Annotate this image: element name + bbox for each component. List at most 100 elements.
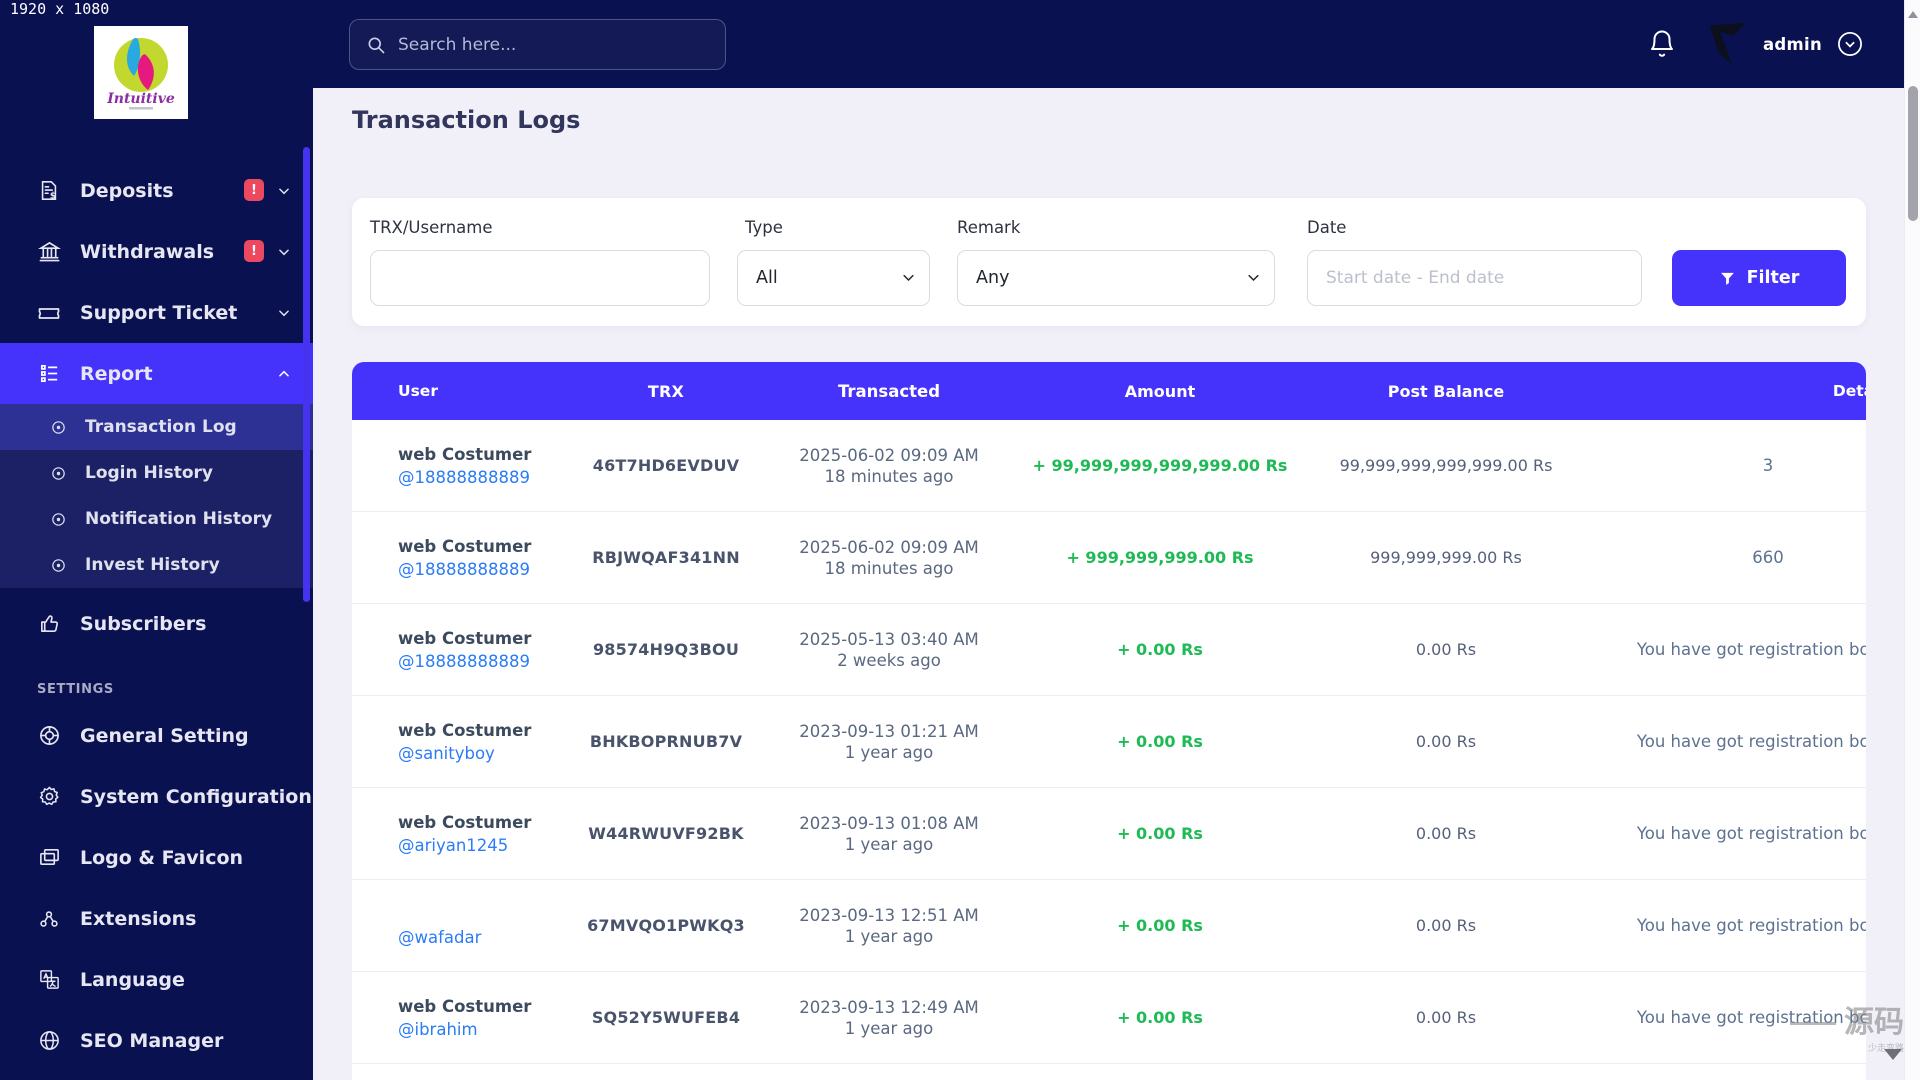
sidebar-scrollbar-thumb[interactable] (303, 147, 310, 602)
share-nodes-icon (37, 908, 61, 930)
filter-button[interactable]: Filter (1672, 250, 1846, 306)
logo-text: Intuitive (106, 91, 175, 107)
chevron-down-icon (277, 245, 291, 259)
remark-label: Remark (957, 218, 1021, 237)
topbar-right: admin (1647, 0, 1864, 88)
table-row: web Costumer @ariyan1245 W44RWUVF92BK 202… (352, 788, 1866, 880)
post-balance-value: 0.00 Rs (1415, 640, 1477, 659)
sidebar-subitem-invest-history[interactable]: Invest History (0, 542, 313, 588)
sidebar-item-label: Deposits (80, 179, 174, 202)
transacted-date: 2025-06-02 09:09 AM (799, 445, 979, 465)
admin-menu[interactable]: admin (1705, 21, 1864, 67)
search-icon (366, 35, 386, 55)
trx-code: SQ52Y5WUFEB4 (591, 1008, 741, 1027)
svg-text:$: $ (50, 191, 56, 201)
transaction-table: User TRX Transacted Amount Post Balance … (352, 362, 1866, 1080)
trx-username-input[interactable] (370, 250, 710, 306)
amount-value: + 0.00 Rs (1117, 1008, 1203, 1027)
circle-dot-icon (50, 511, 67, 528)
funnel-icon (1719, 270, 1736, 287)
sidebar-item-general-setting[interactable]: General Setting (0, 705, 313, 766)
topbar: admin (313, 0, 1904, 88)
user-fullname (398, 903, 560, 926)
username-link[interactable]: @18888888889 (398, 650, 530, 673)
amount-value: + 99,999,999,999,999.00 Rs (1032, 456, 1288, 475)
sidebar-item-withdrawals[interactable]: Withdrawals ! (0, 221, 313, 282)
user-fullname: web Costumer (398, 536, 532, 556)
sidebar-item-support-ticket[interactable]: Support Ticket (0, 282, 313, 343)
table-row: web Costumer @18888888889 98574H9Q3BOU 20… (352, 604, 1866, 696)
username-link[interactable]: @ariyan1245 (398, 834, 508, 857)
bell-icon (1647, 29, 1677, 59)
chevron-down-circle-icon (1836, 30, 1864, 58)
sidebar-item-label: Language (80, 968, 185, 991)
user-fullname: web Costumer (398, 720, 532, 740)
scrollbar-thumb[interactable] (1908, 86, 1918, 221)
ticket-icon (37, 301, 61, 325)
remark-select[interactable]: Any (957, 250, 1275, 306)
date-range-input[interactable] (1307, 250, 1642, 306)
type-label: Type (745, 218, 783, 237)
settings-section-header: SETTINGS (37, 682, 114, 697)
notifications-button[interactable] (1647, 29, 1677, 59)
sidebar-item-label: Subscribers (80, 612, 207, 635)
type-select[interactable]: All (737, 250, 930, 306)
transacted-date: 2025-05-13 03:40 AM (799, 629, 979, 649)
sidebar-subitem-transaction-log[interactable]: Transaction Log (0, 404, 313, 450)
sidebar-subitem-login-history[interactable]: Login History (0, 450, 313, 496)
sidebar-item-logo-favicon[interactable]: Logo & Favicon (0, 827, 313, 888)
post-balance-value: 999,999,999.00 Rs (1370, 548, 1522, 567)
user-fullname: web Costumer (398, 812, 532, 832)
sidebar-item-subscribers[interactable]: Subscribers (0, 593, 313, 654)
username-link[interactable]: @ibrahim (398, 1018, 478, 1041)
transacted-ago: 18 minutes ago (824, 558, 954, 578)
sidebar-item-system-configuration[interactable]: System Configuration (0, 766, 313, 827)
sidebar-subitem-notification-history[interactable]: Notification History (0, 496, 313, 542)
post-balance-value: 0.00 Rs (1415, 916, 1477, 935)
sidebar-subitem-label: Invest History (85, 555, 220, 575)
username-link[interactable]: @sanityboy (398, 742, 495, 765)
sidebar-item-deposits[interactable]: $ Deposits ! (0, 160, 313, 221)
post-balance-value: 99,999,999,999,999.00 Rs (1339, 456, 1553, 475)
amount-value: + 0.00 Rs (1117, 824, 1203, 843)
detail-text: You have got registration bonus (1636, 824, 1866, 843)
withdrawals-alert-badge: ! (244, 240, 264, 262)
circle-dot-icon (50, 465, 67, 482)
transacted-date: 2023-09-13 12:49 AM (799, 997, 979, 1017)
sidebar: 1920 x 1080 Intuitive $ Deposits ! Withd… (0, 0, 313, 1080)
sidebar-item-seo-manager[interactable]: SEO Manager (0, 1010, 313, 1071)
column-header-details: Details (1832, 382, 1866, 400)
circle-dot-icon (50, 557, 67, 574)
sidebar-nav: $ Deposits ! Withdrawals ! Support Ticke… (0, 160, 313, 1071)
scroll-up-arrow-icon[interactable] (1908, 11, 1918, 18)
column-header-user: User (398, 382, 438, 400)
main-content: Transaction Logs TRX/Username Type Remar… (313, 88, 1904, 1080)
username-link[interactable]: @18888888889 (398, 466, 530, 489)
trx-code: W44RWUVF92BK (588, 824, 744, 843)
transacted-date: 2025-06-02 09:09 AM (799, 537, 979, 557)
amount-value: + 0.00 Rs (1117, 732, 1203, 751)
transacted-date: 2023-09-13 12:51 AM (799, 905, 979, 925)
username-link[interactable]: @wafadar (398, 926, 481, 949)
column-header-amount: Amount (1124, 381, 1196, 401)
user-fullname: web Costumer (398, 444, 532, 464)
sidebar-item-language[interactable]: Language (0, 949, 313, 1010)
transacted-ago: 1 year ago (844, 926, 934, 946)
trx-code: 46T7HD6EVDUV (592, 456, 740, 475)
date-label: Date (1307, 218, 1347, 237)
sidebar-item-label: Extensions (80, 907, 197, 930)
username-link[interactable]: @18888888889 (398, 558, 530, 581)
sidebar-item-extensions[interactable]: Extensions (0, 888, 313, 949)
sidebar-item-report[interactable]: Report (0, 343, 313, 404)
chevron-up-icon (277, 367, 291, 381)
table-row: @wafadar 67MVQO1PWKQ3 2023-09-13 12:51 A… (352, 880, 1866, 972)
life-ring-icon (37, 724, 61, 747)
sidebar-item-label: Logo & Favicon (80, 846, 244, 869)
sidebar-item-label: Support Ticket (80, 301, 238, 324)
brand-logo[interactable]: Intuitive (94, 26, 188, 119)
report-list-icon (37, 362, 61, 385)
filter-card: TRX/Username Type Remark Date All Any St… (352, 198, 1866, 326)
table-header-row: User TRX Transacted Amount Post Balance … (352, 362, 1866, 420)
page-scrollbar[interactable] (1904, 0, 1920, 1080)
search-input[interactable] (398, 34, 709, 55)
